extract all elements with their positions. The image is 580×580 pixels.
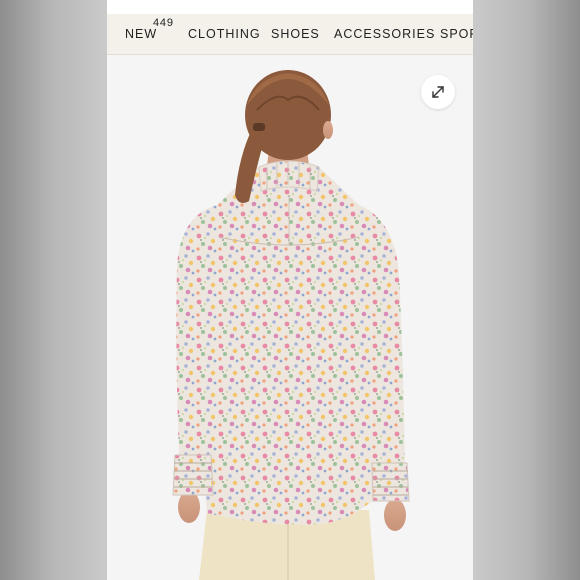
left-hand [178,491,200,523]
nav-item-shoes[interactable]: SHOES [271,27,320,41]
right-hand [384,499,406,531]
nav-item-accessories[interactable]: ACCESSORIES [334,27,435,41]
nav-item-sport[interactable]: SPORT [440,27,473,41]
app-panel: 449 NEW CLOTHING SHOES ACCESSORIES SPORT [107,0,473,580]
category-nav: 449 NEW CLOTHING SHOES ACCESSORIES SPORT [107,14,473,55]
status-bar-area [107,0,473,14]
nav-item-clothing[interactable]: CLOTHING [188,27,261,41]
nav-item-new[interactable]: NEW [125,27,157,41]
blouse-body [203,163,379,525]
expand-arrows-icon [432,86,444,98]
model-illustration [172,70,410,580]
expand-image-button[interactable] [421,75,455,109]
screenshot-frame: 449 NEW CLOTHING SHOES ACCESSORIES SPORT [0,0,580,580]
product-photo[interactable] [107,55,473,580]
